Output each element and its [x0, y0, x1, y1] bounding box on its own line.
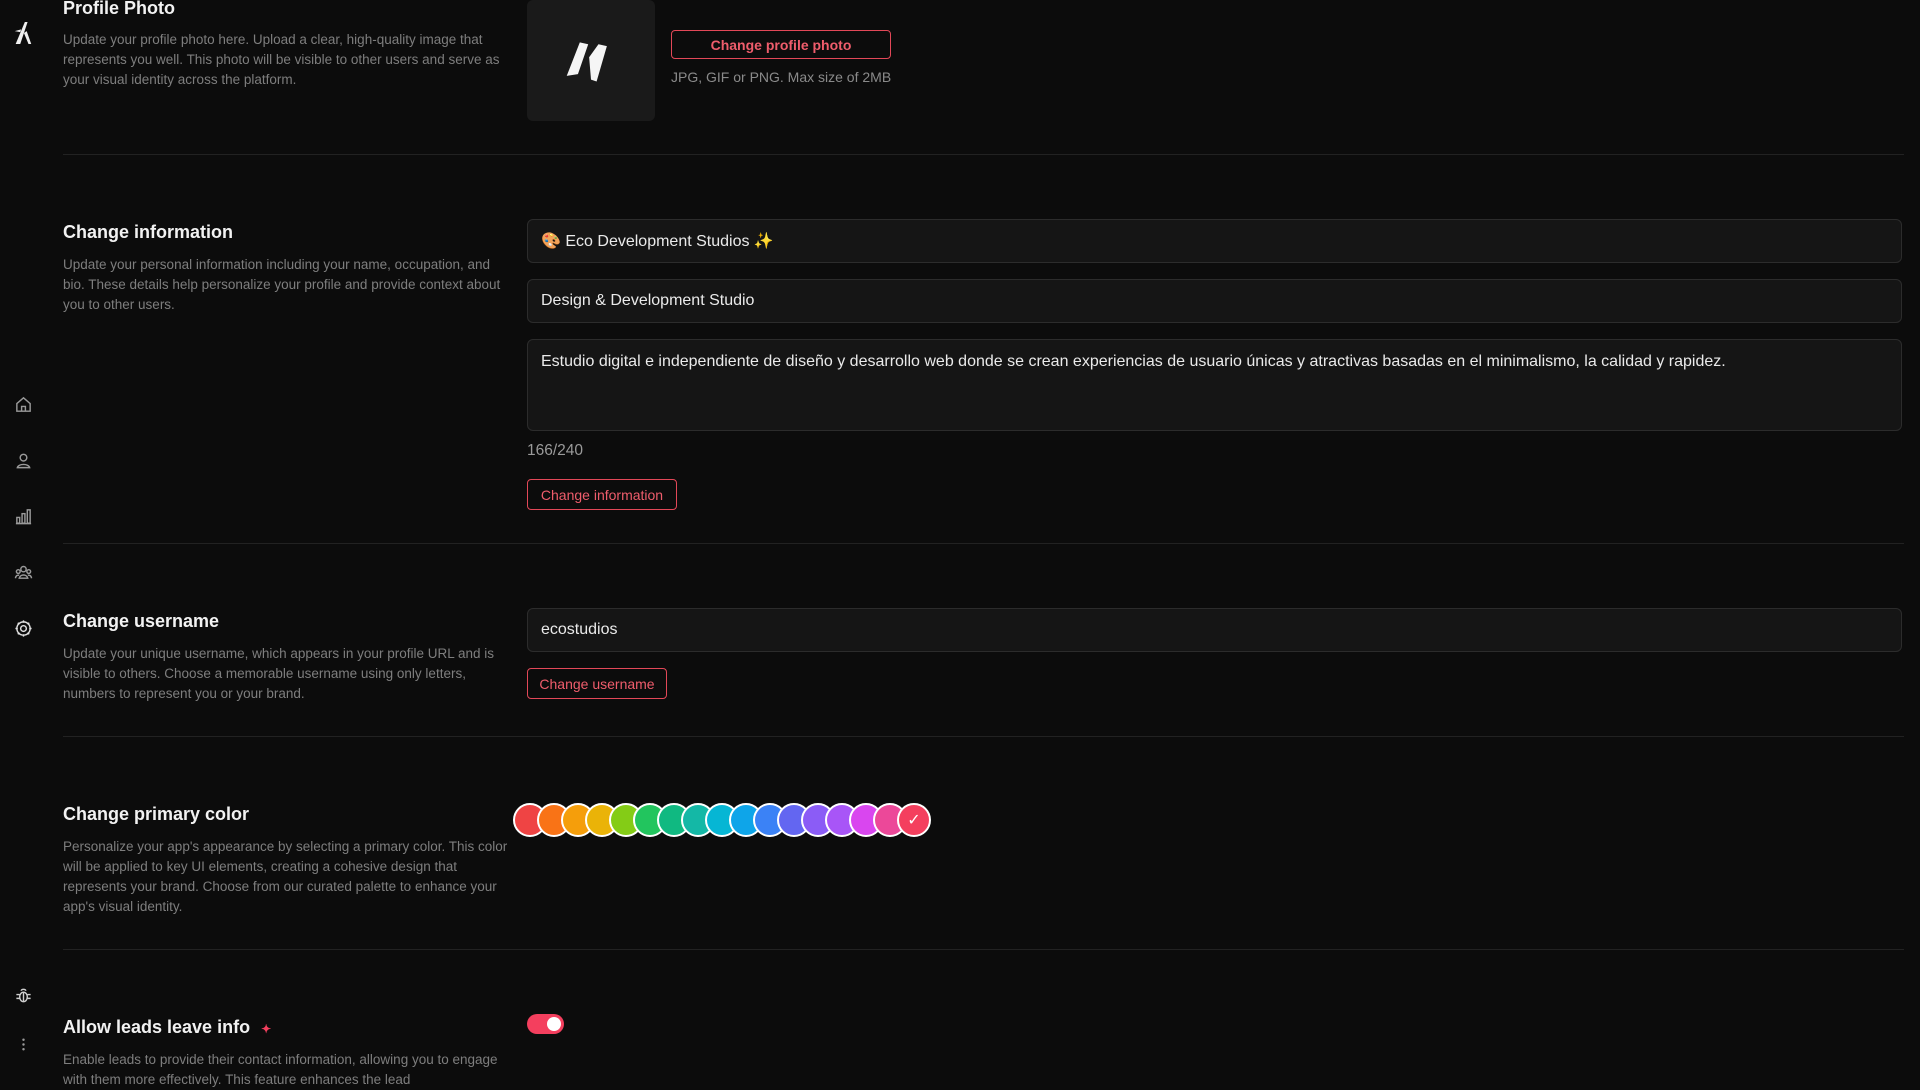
more-vertical-icon[interactable]: [12, 1033, 34, 1055]
section-description: Personalize your app's appearance by sel…: [63, 839, 508, 914]
allow-leads-toggle[interactable]: [527, 1014, 564, 1034]
toggle-knob: [547, 1017, 561, 1031]
check-icon: ✓: [907, 812, 921, 829]
section-title: Profile Photo: [63, 0, 175, 18]
section-description: Update your unique username, which appea…: [63, 646, 494, 701]
avatar[interactable]: [527, 0, 655, 121]
section-title: Change primary color: [63, 804, 250, 824]
color-swatch-row: ✓: [513, 803, 953, 841]
home-icon[interactable]: [12, 393, 34, 415]
section-description: Enable leads to provide their contact in…: [63, 1052, 498, 1087]
change-profile-photo-button[interactable]: Change profile photo: [671, 30, 891, 59]
change-information-section: Change information Update your personal …: [63, 155, 1904, 544]
section-title: Change username: [63, 611, 220, 631]
photo-hint: JPG, GIF or PNG. Max size of 2MB: [671, 69, 892, 85]
sparkle-icon: ✦: [261, 1022, 272, 1036]
allow-leads-title: Allow leads leave info: [63, 1017, 251, 1037]
change-username-button[interactable]: Change username: [527, 668, 667, 699]
color-swatch[interactable]: ✓: [897, 803, 931, 837]
allow-leads-section: Allow leads leave info ✦ Enable leads to…: [63, 950, 1904, 1087]
settings-main: Profile Photo Update your profile photo …: [63, 0, 1904, 1087]
team-icon[interactable]: [12, 561, 34, 583]
change-information-button[interactable]: Change information: [527, 479, 677, 510]
bio-char-count: 166/240: [527, 442, 584, 459]
section-description: Update your profile photo here. Upload a…: [63, 32, 500, 87]
username-field[interactable]: ecostudios: [527, 608, 1902, 652]
name-field[interactable]: 🎨 Eco Development Studios ✨: [527, 219, 1902, 263]
brand-logo-icon: [566, 41, 607, 82]
bar-chart-icon[interactable]: [12, 505, 34, 527]
settings-icon[interactable]: [12, 617, 34, 639]
logo-icon[interactable]: [11, 19, 35, 47]
change-username-section: Change username Update your unique usern…: [63, 544, 1904, 737]
user-icon[interactable]: [12, 449, 34, 471]
occupation-field[interactable]: Design & Development Studio: [527, 279, 1902, 323]
section-description: Update your personal information includi…: [63, 257, 501, 312]
section-title: Change information: [63, 222, 233, 242]
bio-textarea[interactable]: Estudio digital e independiente de diseñ…: [527, 339, 1902, 431]
primary-color-section: Change primary color Personalize your ap…: [63, 737, 1904, 950]
sidebar: [0, 0, 46, 1080]
section-title: Allow leads leave info ✦: [63, 1017, 271, 1038]
bug-icon[interactable]: [12, 984, 34, 1006]
profile-photo-section: Profile Photo Update your profile photo …: [63, 0, 1904, 155]
